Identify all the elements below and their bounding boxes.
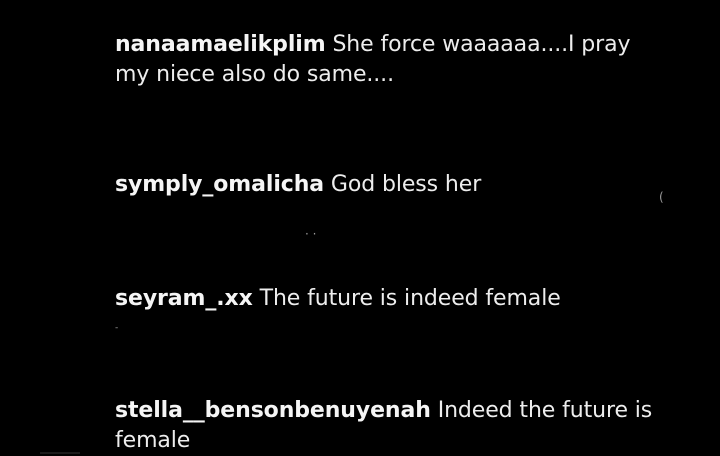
comment-username[interactable]: symply_omalicha	[115, 172, 324, 197]
comment-item: seyram_.xx The future is indeed female	[115, 284, 655, 314]
comment-text: God bless her	[330, 172, 482, 197]
comment-username[interactable]: seyram_.xx	[115, 286, 253, 311]
emoji-fragment-icon: · ·	[305, 227, 317, 241]
comment-text: The future is indeed female	[259, 286, 561, 311]
emoji-fragment-icon: (	[659, 190, 664, 204]
comment-item: stella__bensonbenuyenah Indeed the futur…	[115, 396, 655, 456]
comment-username[interactable]: nanaamaelikplim	[115, 32, 326, 57]
comment-username[interactable]: stella__bensonbenuyenah	[115, 398, 431, 423]
emoji-fragment-icon: -	[115, 323, 119, 333]
comment-item: symply_omalicha God bless her	[115, 170, 655, 200]
comment-item: nanaamaelikplim She force waaaaaa....I p…	[115, 30, 655, 90]
